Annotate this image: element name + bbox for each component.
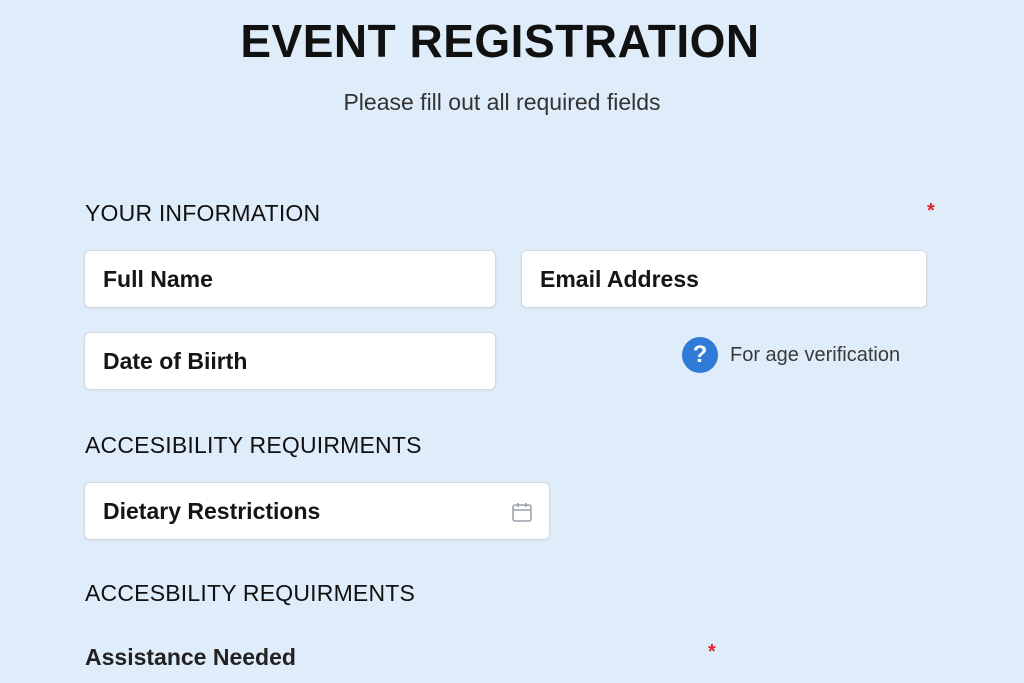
date-of-birth-label: Date of Biirth	[103, 347, 248, 374]
required-asterisk: *	[927, 200, 935, 222]
email-address-field[interactable]: Email Address	[521, 250, 927, 308]
section-heading-your-information: YOUR INFORMATION	[85, 200, 321, 226]
date-of-birth-field[interactable]: Date of Biirth	[84, 332, 496, 390]
question-circle-icon[interactable]: ?	[682, 337, 718, 373]
calendar-icon[interactable]	[511, 501, 533, 523]
full-name-label: Full Name	[103, 265, 213, 292]
dietary-restrictions-field[interactable]: Dietary Restrictions	[84, 482, 550, 540]
section-heading-accessibility-requirements: ACCESIBILITY REQUIRMENTS	[85, 432, 422, 458]
dietary-restrictions-label: Dietary Restrictions	[103, 497, 321, 524]
assistance-needed-label: Assistance Needed	[85, 644, 296, 670]
section-heading-accessibility-requirements-2: ACCESBILITY REQUIRMENTS	[85, 580, 416, 606]
age-verification-help: ? For age verification	[682, 337, 900, 373]
page-subtitle: Please fill out all required fields	[343, 89, 661, 115]
email-address-label: Email Address	[540, 265, 699, 292]
required-asterisk-assistance: *	[708, 641, 716, 663]
page-title: EVENT REGISTRATION	[240, 15, 760, 67]
help-text: For age verification	[730, 343, 901, 366]
full-name-field[interactable]: Full Name	[84, 250, 496, 308]
